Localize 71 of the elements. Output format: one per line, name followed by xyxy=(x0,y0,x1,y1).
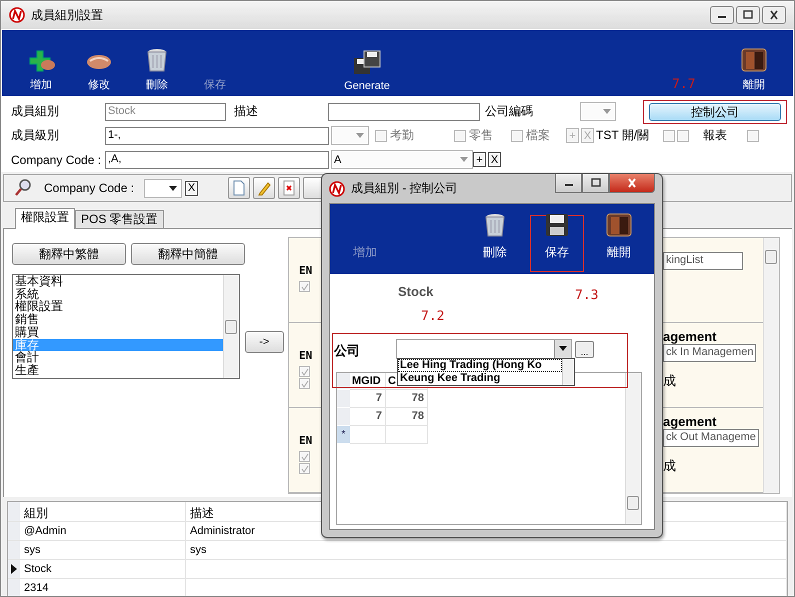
toolbar-button[interactable]: Generate xyxy=(338,50,396,92)
list-item[interactable]: 生產 xyxy=(13,364,223,377)
table-cell: sys xyxy=(20,541,186,559)
checkbox-label: 檔案 xyxy=(526,127,550,144)
tab[interactable]: 權限設置 xyxy=(15,208,75,229)
table-cell: 2314 xyxy=(20,579,186,596)
translate-button[interactable]: 翻釋中簡體 xyxy=(131,243,245,265)
toolbar-button[interactable]: 離開 xyxy=(592,215,646,272)
section-note: 成 xyxy=(663,457,676,475)
section-note: 成 xyxy=(663,372,676,390)
table-cell: 7 xyxy=(350,408,386,426)
column-header[interactable]: MGID xyxy=(352,375,381,387)
table-cell: 7 xyxy=(350,390,386,408)
company-code-field[interactable]: ,A, xyxy=(105,150,329,168)
field-label: 成員級別 xyxy=(11,127,60,144)
name-field[interactable]: kingList xyxy=(663,252,743,270)
callout-number: 7.3 xyxy=(575,288,598,303)
field-label: Company Code : xyxy=(11,152,102,166)
table-cell: Stock xyxy=(20,560,186,578)
dropdown-option[interactable]: Keung Kee Trading xyxy=(398,372,562,385)
move-button[interactable]: -> xyxy=(244,331,284,353)
checkbox-label: 考勤 xyxy=(390,127,414,144)
section-heading: agement xyxy=(663,329,716,344)
toolbar-button[interactable]: 刪除 xyxy=(128,47,186,92)
toolbar-button[interactable]: 增加 xyxy=(12,47,70,92)
name-field[interactable]: ck Out Manageme xyxy=(663,429,759,447)
toolbar-button[interactable]: 離開 xyxy=(725,47,783,92)
dialog-title: 成員組別 - 控制公司 xyxy=(351,180,458,197)
field-label: 描述 xyxy=(234,103,259,120)
tst-label: TST 開/關 xyxy=(596,127,650,144)
report-label: 報表 xyxy=(703,127,728,144)
list-item[interactable]: 銷售 xyxy=(13,313,223,326)
toolbar-button[interactable]: 刪除 xyxy=(468,215,522,272)
field-label: 成員組別 xyxy=(11,103,60,120)
tab[interactable]: POS 零售設置 xyxy=(75,210,164,228)
clear-button[interactable]: X xyxy=(488,152,501,167)
group-name: Stock xyxy=(398,284,434,299)
row-header[interactable]: * xyxy=(337,426,350,444)
toolbar-button[interactable]: 修改 xyxy=(70,47,128,92)
list-item[interactable]: 會計 xyxy=(13,351,223,364)
list-item[interactable]: 權限設置 xyxy=(13,300,223,314)
control-company-button[interactable]: 控制公司 xyxy=(649,102,781,120)
group-field[interactable]: Stock xyxy=(105,102,226,120)
translate-button[interactable]: 翻釋中繁體 xyxy=(12,243,126,265)
table-cell: 78 xyxy=(386,390,428,408)
column-header[interactable]: C xyxy=(388,375,396,387)
section-heading: agement xyxy=(663,414,716,429)
name-field[interactable]: ck In Managemen xyxy=(663,344,756,362)
field-label: 公司編碼 xyxy=(485,103,534,120)
language-tag: EN xyxy=(299,349,312,362)
browse-button[interactable]: ... xyxy=(575,341,594,358)
column-header[interactable]: 組別 xyxy=(20,502,186,521)
table-cell: @Admin xyxy=(20,522,186,540)
list-item[interactable]: 購買 xyxy=(13,326,223,339)
callout-number: 7.2 xyxy=(421,309,444,324)
checkbox-label: 零售 xyxy=(469,127,493,144)
table-cell: sys xyxy=(186,541,787,559)
dropdown-option[interactable]: Lee Hing Trading (Hong Ko xyxy=(398,359,562,372)
language-tag: EN xyxy=(299,434,312,447)
list-item[interactable]: 系統 xyxy=(13,288,223,300)
filter-label: Company Code : xyxy=(44,181,134,195)
list-item[interactable]: 基本資料 xyxy=(13,275,223,288)
company-code-dropdown[interactable]: A xyxy=(331,150,473,169)
level-field[interactable]: 1-, xyxy=(105,126,329,144)
language-tag: EN xyxy=(299,264,312,277)
callout-number: 7.7 xyxy=(672,76,696,92)
clear-button[interactable]: X xyxy=(185,180,198,196)
field-label: 公司 xyxy=(333,342,361,360)
window-title: 成員組別設置 xyxy=(31,6,103,24)
add-button[interactable]: + xyxy=(473,152,486,167)
table-cell: 78 xyxy=(386,408,428,426)
